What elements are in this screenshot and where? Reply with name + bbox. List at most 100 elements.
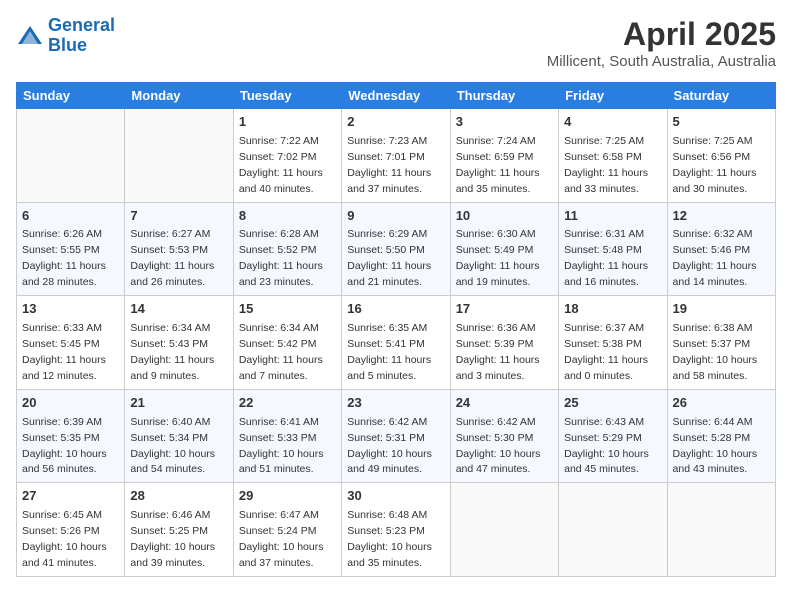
day-info: Sunrise: 6:43 AM Sunset: 5:29 PM Dayligh… [564, 416, 649, 476]
calendar-cell: 16Sunrise: 6:35 AM Sunset: 5:41 PM Dayli… [342, 296, 450, 390]
day-info: Sunrise: 7:25 AM Sunset: 6:56 PM Dayligh… [673, 135, 757, 195]
day-info: Sunrise: 6:41 AM Sunset: 5:33 PM Dayligh… [239, 416, 324, 476]
calendar-cell: 22 Sunrise: 6:41 AM Sunset: 5:33 PM Dayli… [233, 389, 341, 483]
day-info: Sunrise: 6:47 AM Sunset: 5:24 PM Dayligh… [239, 509, 324, 569]
column-header-wednesday: Wednesday [342, 83, 450, 109]
calendar-cell: 14 Sunrise: 6:34 AM Sunset: 5:43 PM Dayli… [125, 296, 233, 390]
day-number: 1 [239, 113, 336, 132]
day-info: Sunrise: 6:30 AM Sunset: 5:49 PM Dayligh… [456, 228, 540, 288]
day-number: 4 [564, 113, 661, 132]
day-info: Sunrise: 7:23 AM Sunset: 7:01 PM Dayligh… [347, 135, 431, 195]
calendar-cell: 23 Sunrise: 6:42 AM Sunset: 5:31 PM Dayli… [342, 389, 450, 483]
day-info: Sunrise: 7:22 AM Sunset: 7:02 PM Dayligh… [239, 135, 323, 195]
day-number: 18 [564, 300, 661, 319]
calendar-cell [17, 109, 125, 203]
calendar-table: SundayMondayTuesdayWednesdayThursdayFrid… [16, 82, 776, 577]
calendar-week-4: 20 Sunrise: 6:39 AM Sunset: 5:35 PM Dayli… [17, 389, 776, 483]
day-info: Sunrise: 6:39 AM Sunset: 5:35 PM Dayligh… [22, 416, 107, 476]
calendar-week-2: 6 Sunrise: 6:26 AM Sunset: 5:55 PM Daylig… [17, 202, 776, 296]
calendar-cell: 5 Sunrise: 7:25 AM Sunset: 6:56 PM Daylig… [667, 109, 775, 203]
calendar-cell: 12 Sunrise: 6:32 AM Sunset: 5:46 PM Dayli… [667, 202, 775, 296]
day-number: 10 [456, 207, 553, 226]
day-info: Sunrise: 6:29 AM Sunset: 5:50 PM Dayligh… [347, 228, 431, 288]
calendar-cell: 7 Sunrise: 6:27 AM Sunset: 5:53 PM Daylig… [125, 202, 233, 296]
day-info: Sunrise: 6:37 AM Sunset: 5:38 PM Dayligh… [564, 322, 648, 382]
calendar-header: SundayMondayTuesdayWednesdayThursdayFrid… [17, 83, 776, 109]
calendar-cell: 1 Sunrise: 7:22 AM Sunset: 7:02 PM Daylig… [233, 109, 341, 203]
day-number: 5 [673, 113, 770, 132]
day-info: Sunrise: 6:31 AM Sunset: 5:48 PM Dayligh… [564, 228, 648, 288]
day-number: 2 [347, 113, 444, 132]
calendar-cell: 27Sunrise: 6:45 AM Sunset: 5:26 PM Dayli… [17, 483, 125, 577]
calendar-cell: 3Sunrise: 7:24 AM Sunset: 6:59 PM Daylig… [450, 109, 558, 203]
day-info: Sunrise: 6:34 AM Sunset: 5:42 PM Dayligh… [239, 322, 323, 382]
calendar-cell: 17 Sunrise: 6:36 AM Sunset: 5:39 PM Dayli… [450, 296, 558, 390]
day-info: Sunrise: 7:24 AM Sunset: 6:59 PM Dayligh… [456, 135, 540, 195]
header-row: SundayMondayTuesdayWednesdayThursdayFrid… [17, 83, 776, 109]
day-number: 19 [673, 300, 770, 319]
calendar-cell: 24 Sunrise: 6:42 AM Sunset: 5:30 PM Dayli… [450, 389, 558, 483]
day-info: Sunrise: 6:42 AM Sunset: 5:31 PM Dayligh… [347, 416, 432, 476]
day-number: 17 [456, 300, 553, 319]
calendar-cell: 21Sunrise: 6:40 AM Sunset: 5:34 PM Dayli… [125, 389, 233, 483]
calendar-cell [559, 483, 667, 577]
day-info: Sunrise: 6:48 AM Sunset: 5:23 PM Dayligh… [347, 509, 432, 569]
day-info: Sunrise: 6:35 AM Sunset: 5:41 PM Dayligh… [347, 322, 431, 382]
calendar-cell: 8Sunrise: 6:28 AM Sunset: 5:52 PM Daylig… [233, 202, 341, 296]
page-header: General Blue April 2025 Millicent, South… [16, 16, 776, 70]
day-number: 25 [564, 394, 661, 413]
column-header-saturday: Saturday [667, 83, 775, 109]
day-number: 8 [239, 207, 336, 226]
day-number: 30 [347, 487, 444, 506]
day-info: Sunrise: 6:34 AM Sunset: 5:43 PM Dayligh… [130, 322, 214, 382]
day-info: Sunrise: 6:40 AM Sunset: 5:34 PM Dayligh… [130, 416, 215, 476]
calendar-cell: 10 Sunrise: 6:30 AM Sunset: 5:49 PM Dayli… [450, 202, 558, 296]
calendar-cell: 19 Sunrise: 6:38 AM Sunset: 5:37 PM Dayli… [667, 296, 775, 390]
day-number: 13 [22, 300, 119, 319]
day-number: 26 [673, 394, 770, 413]
day-info: Sunrise: 6:33 AM Sunset: 5:45 PM Dayligh… [22, 322, 106, 382]
calendar-week-3: 13 Sunrise: 6:33 AM Sunset: 5:45 PM Dayli… [17, 296, 776, 390]
calendar-cell: 25 Sunrise: 6:43 AM Sunset: 5:29 PM Dayli… [559, 389, 667, 483]
day-info: Sunrise: 6:44 AM Sunset: 5:28 PM Dayligh… [673, 416, 758, 476]
calendar-cell: 26 Sunrise: 6:44 AM Sunset: 5:28 PM Dayli… [667, 389, 775, 483]
day-number: 29 [239, 487, 336, 506]
logo-text: General Blue [48, 16, 115, 56]
day-number: 6 [22, 207, 119, 226]
day-info: Sunrise: 6:38 AM Sunset: 5:37 PM Dayligh… [673, 322, 758, 382]
day-number: 7 [130, 207, 227, 226]
calendar-cell [667, 483, 775, 577]
calendar-cell: 15 Sunrise: 6:34 AM Sunset: 5:42 PM Dayli… [233, 296, 341, 390]
calendar-cell: 11 Sunrise: 6:31 AM Sunset: 5:48 PM Dayli… [559, 202, 667, 296]
calendar-week-1: 1 Sunrise: 7:22 AM Sunset: 7:02 PM Daylig… [17, 109, 776, 203]
day-info: Sunrise: 6:26 AM Sunset: 5:55 PM Dayligh… [22, 228, 106, 288]
logo-line1: General [48, 15, 115, 35]
title-block: April 2025 Millicent, South Australia, A… [547, 16, 776, 70]
day-number: 11 [564, 207, 661, 226]
day-info: Sunrise: 6:42 AM Sunset: 5:30 PM Dayligh… [456, 416, 541, 476]
calendar-cell: 6 Sunrise: 6:26 AM Sunset: 5:55 PM Daylig… [17, 202, 125, 296]
calendar-cell: 20 Sunrise: 6:39 AM Sunset: 5:35 PM Dayli… [17, 389, 125, 483]
day-number: 20 [22, 394, 119, 413]
day-number: 28 [130, 487, 227, 506]
column-header-tuesday: Tuesday [233, 83, 341, 109]
day-number: 12 [673, 207, 770, 226]
day-number: 22 [239, 394, 336, 413]
calendar-body: 1 Sunrise: 7:22 AM Sunset: 7:02 PM Daylig… [17, 109, 776, 577]
day-info: Sunrise: 6:36 AM Sunset: 5:39 PM Dayligh… [456, 322, 540, 382]
column-header-sunday: Sunday [17, 83, 125, 109]
column-header-monday: Monday [125, 83, 233, 109]
calendar-title: April 2025 [547, 16, 776, 53]
day-info: Sunrise: 7:25 AM Sunset: 6:58 PM Dayligh… [564, 135, 648, 195]
day-number: 23 [347, 394, 444, 413]
calendar-subtitle: Millicent, South Australia, Australia [547, 53, 776, 70]
day-number: 9 [347, 207, 444, 226]
day-info: Sunrise: 6:27 AM Sunset: 5:53 PM Dayligh… [130, 228, 214, 288]
calendar-cell [450, 483, 558, 577]
day-number: 14 [130, 300, 227, 319]
calendar-cell [125, 109, 233, 203]
day-number: 15 [239, 300, 336, 319]
day-number: 24 [456, 394, 553, 413]
logo-icon [16, 22, 44, 50]
day-info: Sunrise: 6:32 AM Sunset: 5:46 PM Dayligh… [673, 228, 757, 288]
